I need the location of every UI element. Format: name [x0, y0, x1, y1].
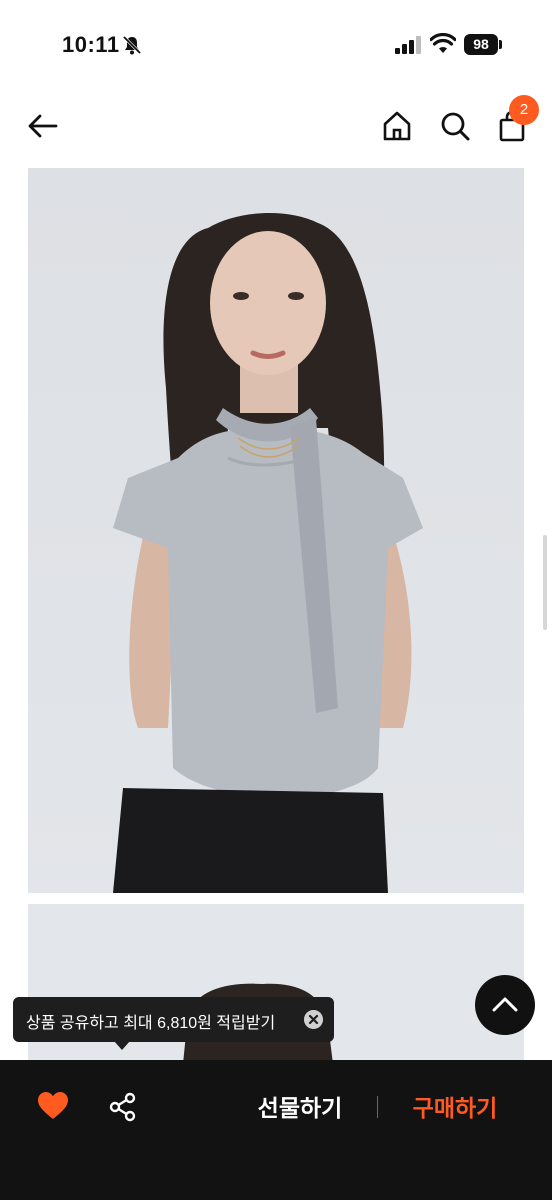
close-icon[interactable] — [304, 1010, 323, 1029]
bottom-action-bar: 선물하기 구매하기 — [0, 1060, 552, 1200]
cart-count-badge: 2 — [509, 95, 539, 125]
model-photo — [28, 168, 524, 893]
top-navigation: 2 — [0, 95, 552, 160]
scrollbar[interactable] — [543, 535, 547, 630]
bell-off-icon — [122, 35, 142, 55]
wifi-icon — [430, 33, 456, 53]
gift-button[interactable]: 선물하기 — [240, 1090, 360, 1126]
arrow-left-icon[interactable] — [26, 109, 60, 143]
signal-icon — [395, 36, 421, 54]
search-icon[interactable] — [438, 109, 472, 143]
chevron-up-icon — [492, 997, 518, 1012]
heart-icon[interactable] — [38, 1092, 68, 1120]
status-time: 10:11 — [62, 32, 120, 57]
battery-icon — [499, 40, 502, 49]
buy-button[interactable]: 구매하기 — [395, 1090, 515, 1126]
scroll-to-top-button[interactable] — [475, 975, 535, 1035]
battery-level: 98 — [464, 34, 498, 55]
tooltip-arrow — [114, 1041, 130, 1050]
divider — [377, 1096, 378, 1118]
share-reward-tooltip: 상품 공유하고 최대 6,810원 적립받기 — [13, 997, 334, 1042]
status-bar: 10:11 98 — [0, 0, 552, 90]
share-icon[interactable] — [108, 1092, 138, 1122]
home-icon[interactable] — [380, 109, 414, 143]
product-image-main[interactable] — [28, 168, 524, 893]
tooltip-text: 상품 공유하고 최대 6,810원 적립받기 — [26, 1015, 276, 1032]
